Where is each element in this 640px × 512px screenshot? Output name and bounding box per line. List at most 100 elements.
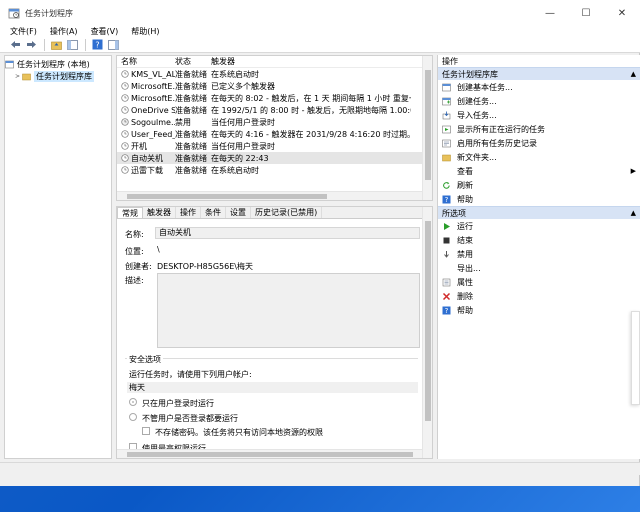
task-scheduler-app-icon — [8, 8, 20, 19]
console-tree: 任务计划程序 (本地) > 任务计划程序库 — [4, 55, 112, 459]
toolbar-separator — [44, 38, 45, 51]
tree-root-label: 任务计划程序 (本地) — [17, 59, 90, 69]
column-header-trigger[interactable]: 触发器 — [211, 56, 411, 67]
close-button[interactable]: ✕ — [604, 0, 640, 26]
action-item[interactable]: 结束 — [438, 233, 640, 247]
tab-general[interactable]: 常规 — [117, 207, 143, 218]
radio-run-whether-logged-on[interactable] — [129, 413, 137, 421]
action-item[interactable]: 启用所有任务历史记录 — [438, 136, 640, 150]
checkbox-do-not-store-password[interactable] — [142, 427, 150, 435]
task-list-vertical-scrollbar[interactable] — [422, 56, 432, 200]
task-row[interactable]: 自动关机 准备就绪 在每天的 22:43 — [117, 152, 432, 164]
details-vertical-scrollbar[interactable] — [422, 207, 432, 458]
task-list: KMS_VL_ALL准备就绪在系统启动时MicrosoftE...准备就绪已定义… — [117, 68, 432, 176]
action-item[interactable]: 显示所有正在运行的任务 — [438, 122, 640, 136]
task-list-horizontal-scrollbar[interactable] — [117, 191, 422, 200]
help-toolbar-button[interactable]: ? — [90, 38, 104, 51]
action-item[interactable]: 删除 — [438, 289, 640, 303]
task-status: 准备就绪 — [175, 141, 207, 151]
task-status: 准备就绪 — [175, 69, 207, 79]
tab-settings[interactable]: 设置 — [226, 207, 251, 218]
action-item-label: 删除 — [457, 291, 473, 301]
task-clock-icon — [121, 130, 129, 138]
action-item[interactable]: 运行 — [438, 219, 640, 233]
task-row[interactable]: OneDrive S...准备就绪在 1992/5/1 的 8:00 时 - 触… — [117, 104, 432, 116]
task-row[interactable]: Sogoulme... 禁用 当任何用户登录时 — [117, 116, 432, 128]
column-header-status[interactable]: 状态 — [175, 56, 211, 67]
task-status: 准备就绪 — [175, 93, 207, 103]
action-item[interactable]: 查看 ▶ — [438, 164, 640, 178]
action-item-label: 导入任务... — [457, 110, 497, 120]
scrollbar-thumb[interactable] — [425, 70, 431, 180]
end-icon — [443, 237, 450, 243]
show-hide-action-pane-button[interactable] — [106, 38, 120, 51]
up-folder-button[interactable] — [49, 38, 63, 51]
tab-triggers[interactable]: 触发器 — [143, 207, 176, 218]
menu-file[interactable]: 文件(F) — [10, 26, 37, 37]
back-button[interactable] — [8, 38, 22, 51]
action-item-label: 结束 — [457, 235, 473, 245]
task-row[interactable]: User_Feed_...准备就绪在每天的 4:16 - 触发器在 2031/9… — [117, 128, 432, 140]
action-item[interactable]: 导入任务... — [438, 108, 640, 122]
tab-conditions[interactable]: 条件 — [201, 207, 226, 218]
task-name: OneDrive S... — [131, 105, 175, 115]
run-as-label: 运行任务时，请使用下列用户帐户: — [129, 370, 252, 379]
forward-button[interactable] — [24, 38, 38, 51]
action-item[interactable]: 刷新 — [438, 178, 640, 192]
actions-section-selected[interactable]: 所选项 ▲ — [438, 206, 640, 219]
tree-item-library[interactable]: > 任务计划程序库 — [5, 70, 111, 82]
expand-chevron-icon[interactable]: > — [15, 73, 20, 80]
tab-actions[interactable]: 操作 — [176, 207, 201, 218]
action-item[interactable]: 创建基本任务... — [438, 80, 640, 94]
action-item[interactable]: ? 帮助 — [438, 303, 640, 317]
task-row[interactable]: MicrosoftE...准备就绪已定义多个触发器 — [117, 80, 432, 92]
task-status: 准备就绪 — [175, 81, 207, 91]
task-row[interactable]: 开机 准备就绪 当任何用户登录时 — [117, 140, 432, 152]
tab-history[interactable]: 历史记录(已禁用) — [251, 207, 323, 218]
svg-text:?: ? — [445, 307, 449, 315]
import-task-icon — [442, 111, 451, 119]
toolbar: ? — [0, 37, 640, 53]
column-header-name[interactable]: 名称 — [117, 56, 175, 67]
radio-run-logged-on[interactable] — [129, 398, 137, 406]
task-name: 自动关机 — [131, 153, 163, 163]
scrollbar-thumb[interactable] — [425, 221, 431, 421]
menu-help[interactable]: 帮助(H) — [131, 26, 159, 37]
task-name: Sogoulme... — [131, 117, 175, 127]
action-item[interactable]: 导出... — [438, 261, 640, 275]
name-field[interactable]: 自动关机 — [155, 227, 420, 239]
collapse-up-icon[interactable]: ▲ — [631, 70, 636, 78]
scrollbar-thumb[interactable] — [127, 452, 413, 457]
task-row[interactable]: KMS_VL_ALL准备就绪在系统启动时 — [117, 68, 432, 80]
back-arrow-icon — [10, 41, 20, 48]
actions-section-library[interactable]: 任务计划程序库 ▲ — [438, 67, 640, 80]
description-field[interactable] — [157, 273, 420, 348]
task-row[interactable]: MicrosoftE...准备就绪在每天的 8:02 - 触发后，在 1 天 期… — [117, 92, 432, 104]
task-name-cell: OneDrive S... — [117, 106, 175, 115]
menu-action[interactable]: 操作(A) — [50, 26, 78, 37]
help-icon: ? — [442, 195, 451, 204]
action-item[interactable]: 创建任务... — [438, 94, 640, 108]
action-item[interactable]: 禁用 — [438, 247, 640, 261]
scrollbar-thumb[interactable] — [127, 194, 327, 199]
action-item[interactable]: ? 帮助 — [438, 192, 640, 206]
menu-view[interactable]: 查看(V) — [91, 26, 119, 37]
task-row[interactable]: 迅雷下载 准备就绪 在系统启动时 — [117, 164, 432, 176]
action-item[interactable]: 属性 — [438, 275, 640, 289]
name-label: 名称: — [125, 230, 144, 239]
collapse-up-icon[interactable]: ▲ — [631, 209, 636, 217]
maximize-button[interactable]: ☐ — [568, 0, 604, 26]
task-scheduler-icon — [5, 60, 14, 68]
action-item[interactable]: 新文件夹... — [438, 150, 640, 164]
tree-library-label: 任务计划程序库 — [34, 70, 95, 82]
tree-item-root[interactable]: 任务计划程序 (本地) — [5, 58, 111, 70]
task-list-pane: 名称 状态 触发器 KMS_VL_ALL准备就绪在系统启动时MicrosoftE… — [116, 55, 433, 201]
action-item-label: 启用所有任务历史记录 — [457, 138, 537, 148]
title-bar[interactable]: 任务计划程序 — ☐ ✕ — [0, 0, 640, 26]
create-task-icon — [442, 97, 451, 105]
details-horizontal-scrollbar[interactable] — [117, 449, 422, 458]
minimize-button[interactable]: — — [532, 0, 568, 26]
checkbox-do-not-store-password-label: 不存储密码。该任务将只有访问本地资源的权限 — [155, 428, 323, 437]
action-item-label: 刷新 — [457, 180, 473, 190]
show-hide-console-tree-button[interactable] — [65, 38, 79, 51]
